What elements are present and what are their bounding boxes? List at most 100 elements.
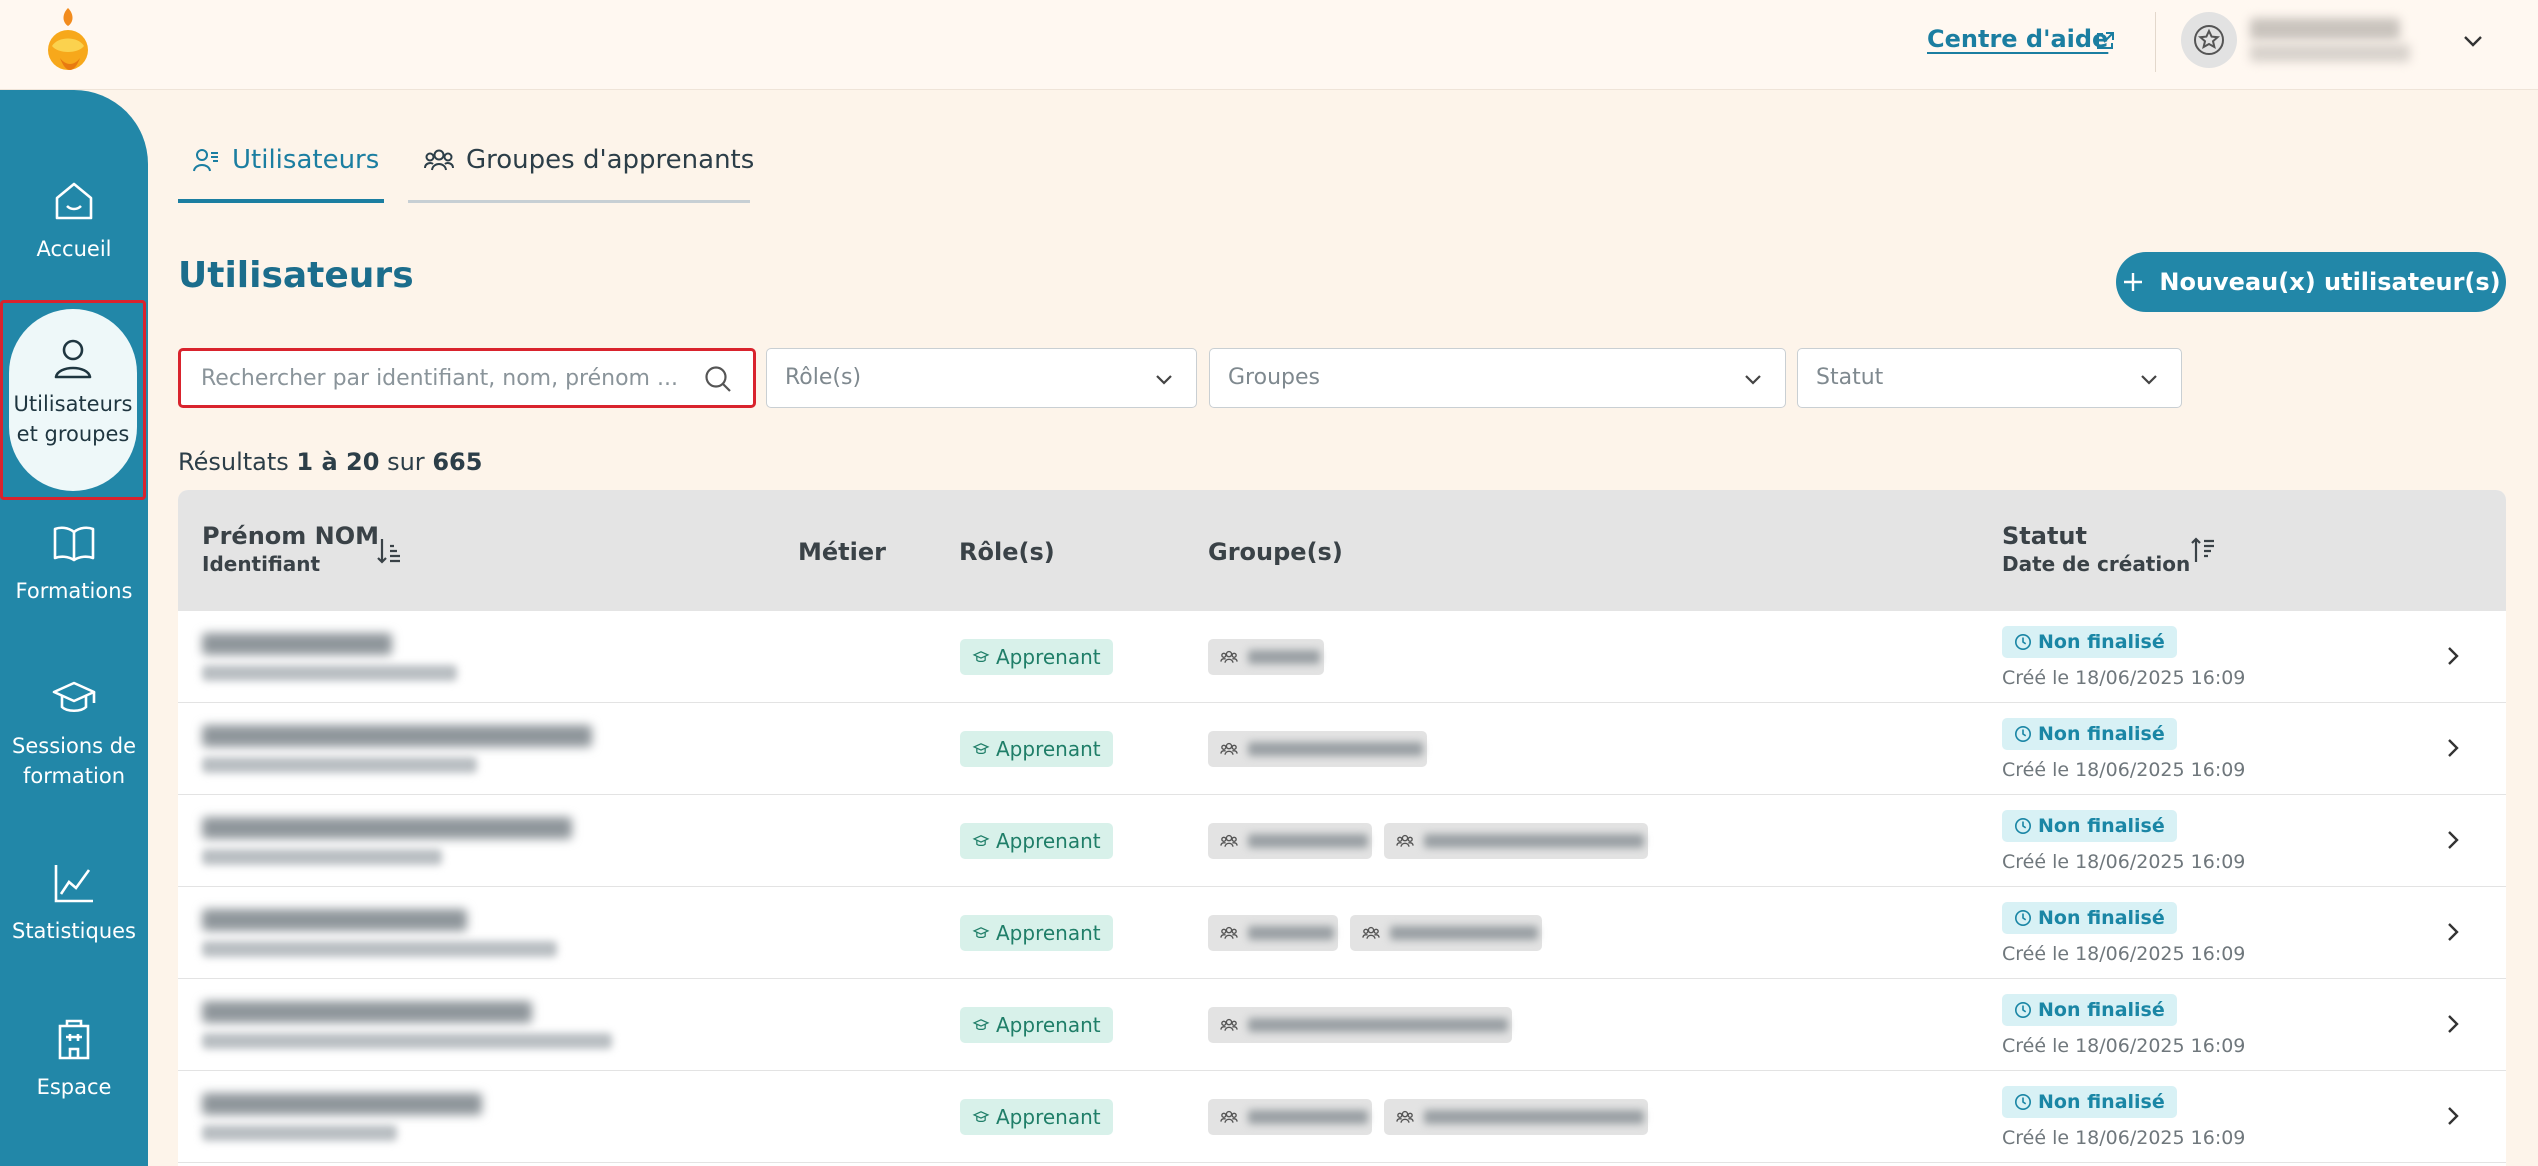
table-row[interactable]: Apprenant Non finalisé Créé le 18/06/2025 … [178, 703, 2506, 795]
clock-icon [2014, 1001, 2032, 1019]
group-name-redacted [1248, 742, 1423, 756]
chevron-down-icon[interactable] [2460, 28, 2486, 54]
users-group-icon [1362, 926, 1380, 939]
user-name-redacted [202, 909, 467, 931]
sidebar-item-users-groups[interactable]: Utilisateurs et groupes [9, 309, 137, 491]
graduation-cap-icon [972, 743, 990, 755]
user-identifier-redacted [202, 757, 477, 773]
groups-select[interactable]: Groupes [1209, 348, 1786, 408]
graduation-cap-icon [52, 681, 96, 713]
role-badge: Apprenant [960, 731, 1113, 767]
clock-icon [2014, 1093, 2032, 1111]
tab-users[interactable]: Utilisateurs [192, 145, 379, 175]
chevron-right-icon[interactable] [2440, 735, 2466, 761]
status-badge-label: Non finalisé [2038, 815, 2165, 837]
group-name-redacted [1248, 650, 1320, 664]
groups-select-placeholder: Groupes [1228, 365, 1320, 390]
column-created-label: Date de création [2002, 552, 2191, 576]
column-name[interactable]: Prénom NOM Identifiant [202, 522, 379, 576]
chevron-right-icon[interactable] [2440, 643, 2466, 669]
status-badge: Non finalisé [2002, 902, 2177, 934]
status-badge-label: Non finalisé [2038, 907, 2165, 929]
sidebar-item-label: Accueil [36, 237, 112, 261]
user-name-redacted [2250, 18, 2400, 40]
role-badge: Apprenant [960, 639, 1113, 675]
clock-icon [2014, 909, 2032, 927]
column-name-label: Prénom NOM [202, 522, 380, 550]
sidebar-item-label: Utilisateurs et groupes [13, 392, 133, 446]
group-badge [1208, 731, 1427, 767]
results-prefix: Résultats [178, 448, 289, 476]
clock-icon [2014, 725, 2032, 743]
new-users-button[interactable]: Nouveau(x) utilisateur(s) [2116, 252, 2506, 312]
new-users-button-label: Nouveau(x) utilisateur(s) [2159, 268, 2501, 296]
clock-icon [2014, 817, 2032, 835]
search-icon[interactable] [703, 364, 733, 394]
table-row[interactable]: Apprenant Non finalisé Créé le 18/06/2025 … [178, 887, 2506, 979]
status-select-placeholder: Statut [1816, 365, 1884, 390]
results-range: 1 à 20 [296, 448, 380, 476]
avatar[interactable] [2181, 12, 2237, 68]
user-name-redacted [202, 1093, 482, 1115]
tab-label: Utilisateurs [232, 145, 380, 175]
column-roles: Rôle(s) [959, 538, 1055, 566]
role-badge: Apprenant [960, 823, 1113, 859]
role-select[interactable]: Rôle(s) [766, 348, 1197, 408]
sort-icon[interactable] [2190, 536, 2216, 566]
sidebar-item-formations[interactable]: Formations [0, 520, 148, 606]
graduation-cap-icon [972, 927, 990, 939]
table-header: Prénom NOM Identifiant Métier Rôle(s) Gr… [178, 490, 2506, 611]
column-status[interactable]: Statut Date de création [2002, 522, 2190, 576]
sidebar-item-label: Espace [36, 1075, 112, 1099]
users-group-icon [1220, 1110, 1238, 1123]
column-id-label: Identifiant [202, 552, 321, 576]
external-link-icon[interactable] [2094, 30, 2116, 52]
group-badge [1208, 1099, 1372, 1135]
user-name-redacted [202, 725, 592, 747]
role-badge-label: Apprenant [996, 1105, 1101, 1129]
tab-inactive-indicator [408, 200, 750, 203]
sidebar-item-espace[interactable]: Espace [0, 1016, 148, 1102]
search-input[interactable] [181, 351, 711, 405]
chevron-right-icon[interactable] [2440, 1011, 2466, 1037]
results-total: 665 [432, 448, 483, 476]
status-select[interactable]: Statut [1797, 348, 2182, 408]
page-title: Utilisateurs [178, 255, 414, 296]
chevron-right-icon[interactable] [2440, 1103, 2466, 1129]
group-badge [1208, 823, 1372, 859]
sort-icon[interactable] [376, 536, 402, 566]
sidebar-item-sessions[interactable]: Sessions de formation [0, 675, 148, 791]
created-date: Créé le 18/06/2025 16:09 [2002, 667, 2246, 689]
chevron-right-icon[interactable] [2440, 827, 2466, 853]
created-date: Créé le 18/06/2025 16:09 [2002, 1127, 2246, 1149]
sidebar: Accueil Utilisateurs et groupes Formatio… [0, 90, 148, 1166]
table-row[interactable]: Apprenant Non finalisé Créé le 18/06/2025 … [178, 795, 2506, 887]
created-date: Créé le 18/06/2025 16:09 [2002, 943, 2246, 965]
chevron-down-icon [1745, 375, 1761, 385]
created-date: Créé le 18/06/2025 16:09 [2002, 851, 2246, 873]
status-badge: Non finalisé [2002, 626, 2177, 658]
sidebar-item-statistiques[interactable]: Statistiques [0, 860, 148, 946]
star-badge-icon [2194, 25, 2224, 55]
clock-icon [2014, 633, 2032, 651]
column-groups: Groupe(s) [1208, 538, 1343, 566]
user-identifier-redacted [202, 1125, 397, 1141]
status-badge: Non finalisé [2002, 1086, 2177, 1118]
table-row[interactable]: Apprenant Non finalisé Créé le 18/06/2025 … [178, 1071, 2506, 1163]
group-badge [1208, 1007, 1512, 1043]
tab-learner-groups[interactable]: Groupes d'apprenants [424, 145, 754, 175]
sidebar-item-accueil[interactable]: Accueil [0, 178, 148, 264]
group-name-redacted [1248, 1018, 1508, 1032]
graduation-cap-icon [972, 835, 990, 847]
table-row[interactable]: Apprenant Non finalisé Créé le 18/06/2025 … [178, 979, 2506, 1071]
table-row[interactable]: Apprenant Non finalisé Créé le 18/06/2025 … [178, 611, 2506, 703]
chevron-right-icon[interactable] [2440, 919, 2466, 945]
help-center-link[interactable]: Centre d'aide [1927, 25, 2108, 53]
home-icon [55, 182, 93, 220]
group-badge [1350, 915, 1542, 951]
graduation-cap-icon [972, 1019, 990, 1031]
divider [2155, 12, 2156, 72]
user-identifier-redacted [202, 941, 557, 957]
user-list-icon [193, 149, 218, 172]
tab-active-indicator [178, 199, 384, 203]
